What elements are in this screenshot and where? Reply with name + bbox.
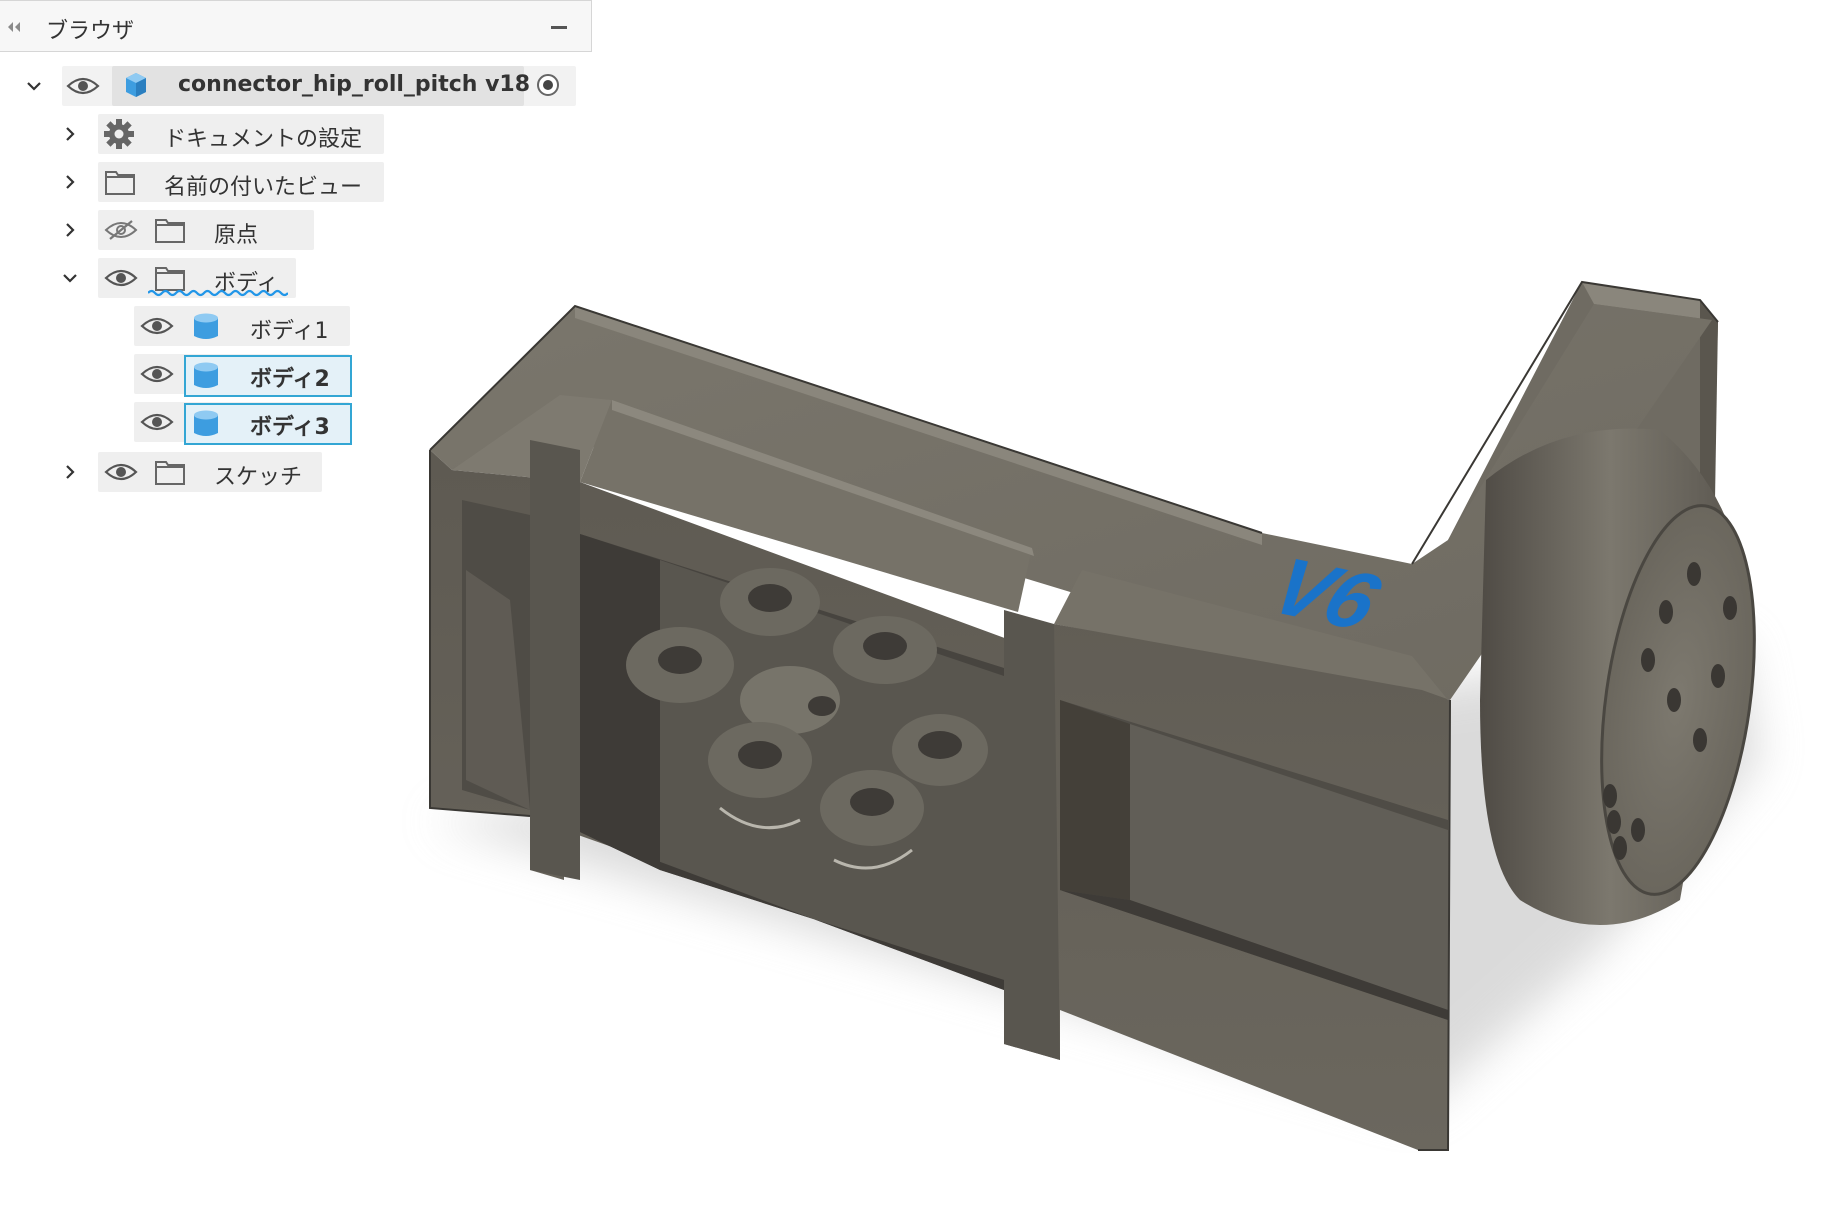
connector-part-model[interactable] (0, 0, 1844, 1226)
3d-viewport[interactable]: V6 (0, 0, 1844, 1226)
